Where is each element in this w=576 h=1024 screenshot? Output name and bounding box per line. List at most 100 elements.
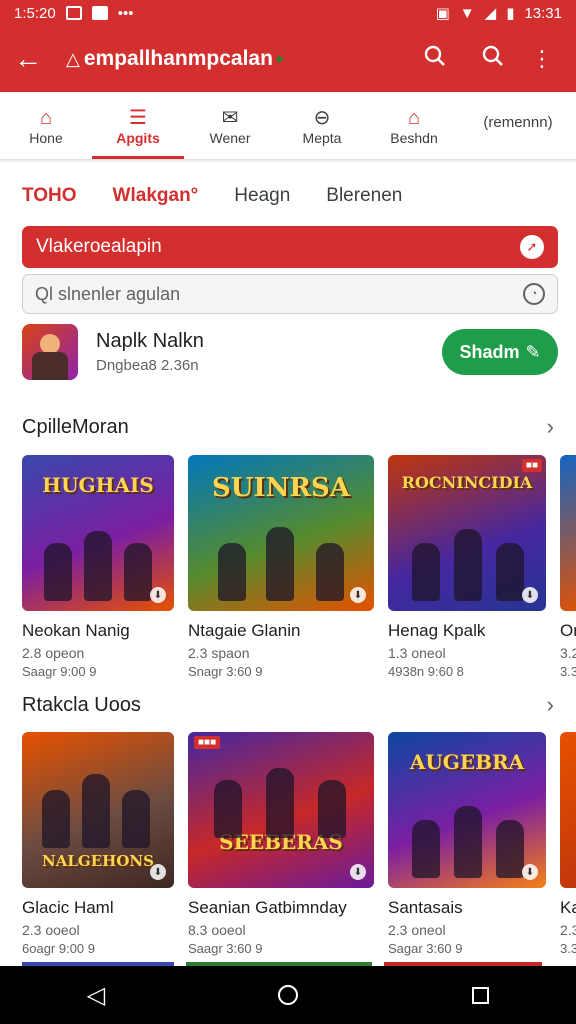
tab-store[interactable]: ⌂ Beshdn [368,92,460,159]
app-card[interactable]: AUGEBRA ⬇ Santasais 2.3 oneol Sagar 3:60… [388,732,548,956]
status-time-left: 1:5:20 [14,4,56,22]
app-name: Glacic Haml [22,898,114,917]
category-tabs: ⌂ Hone ☰ Apgits ✉ Wener ⊖ Mepta ⌂ Beshdn… [0,92,576,160]
app-carousel: NALGEHONS ⬇ Glacic Haml 2.3 ooeol 6oagr … [22,732,576,962]
featured-app[interactable]: Naplk Nalkn Dngbea8 2.36n Shadm ✎ [22,324,558,380]
search-icon[interactable] [406,45,464,73]
edit-pen-icon: ✎ [525,341,541,362]
app-title: △ empallhanmpcalan✦ [66,47,287,70]
back-triangle-icon[interactable]: ◁ [66,981,126,1010]
app-meta: Snagr 3:60 9 [188,664,263,679]
tab-home[interactable]: ⌂ Hone [0,92,92,159]
app-carousel: HUGHAIS ⬇ Neokan Nanig 2.8 opeon Saagr 9… [22,455,576,685]
chip-heagn[interactable]: Heagn [234,185,290,207]
app-name: Seanian Gatbimnday [188,898,347,917]
search-input[interactable]: Ql slnenler agulan ◔ [22,274,558,314]
app-name: Ka [560,898,576,917]
overflow-menu-icon[interactable]: ⋮ [522,46,562,72]
app-name: On [560,621,576,640]
banner-text: Vlakeroealapin [36,236,162,257]
app-size: 8.3 ooeol [188,922,246,938]
more-notifications-icon: ••• [117,4,134,22]
compass-icon: ⊖ [313,106,331,129]
nfc-icon: ▣ [435,5,450,22]
app-meta: 4938n 9:60 8 [388,664,464,679]
mail-icon: ✉ [221,106,239,129]
promo-banner[interactable]: Vlakeroealapin ➚ [22,226,558,268]
voice-search-icon[interactable]: ◔ [523,283,545,305]
featured-app-name: Naplk Nalkn [96,330,204,352]
section-title: CpilleMoran [22,415,129,438]
app-bar: ← △ empallhanmpcalan✦ ⋮ [0,26,576,92]
app-thumbnail: SUINRSA ⬇ [188,455,374,611]
app-size: 2.3 [560,922,576,938]
app-card[interactable]: On 3.2 3.3 [560,455,576,679]
chip-wlakgan[interactable]: Wlakgan° [113,185,199,207]
badge-icon: ■■■ [194,736,221,749]
gallery-notification-icon [65,6,82,20]
tab-more[interactable]: (remennn) [460,92,576,159]
app-card[interactable]: SUINRSA ⬇ Ntagaie Glanin 2.3 spaon Snagr… [188,455,376,679]
app-size: 2.3 spaon [188,645,250,661]
tab-compass[interactable]: ⊖ Mepta [276,92,368,159]
download-icon[interactable]: ⬇ [150,864,166,880]
app-meta: Saagr 3:60 9 [188,941,263,956]
download-icon[interactable]: ⬇ [522,587,538,603]
app-size: 3.2 [560,645,576,661]
chevron-right-icon[interactable]: › [547,414,554,440]
section-header[interactable]: Rtakcla Uoos › [22,692,554,718]
app-card[interactable]: NALGEHONS ⬇ Glacic Haml 2.3 ooeol 6oagr … [22,732,176,956]
featured-app-subtitle: Dngbea8 2.36n [96,357,199,374]
install-button[interactable]: Shadm ✎ [442,329,558,375]
app-card[interactable]: Ka 2.3 3.3 [560,732,576,956]
status-time-right: 13:31 [524,4,562,22]
app-size: 1.3 oneol [388,645,446,661]
app-thumbnail: NALGEHONS ⬇ [22,732,174,888]
badge-icon: ■■ [521,459,542,472]
search-secondary-icon[interactable] [464,45,522,73]
leaf-icon: ✦ [272,52,287,69]
download-icon[interactable]: ⬇ [522,864,538,880]
wifi-icon: ▼ [459,4,475,22]
tab-apps[interactable]: ☰ Apgits [92,92,184,159]
app-meta: Saagr 9:00 9 [22,664,97,679]
compass-icon[interactable]: ➚ [520,235,544,259]
app-name: Henag Kpalk [388,621,486,640]
filter-chips: TOHO Wlakgan° Heagn Blerenen [22,178,402,214]
thumbnail-art-title: HUGHAIS [42,473,154,497]
download-icon[interactable]: ⬇ [150,587,166,603]
app-meta: 6oagr 9:00 9 [22,941,96,956]
app-card[interactable]: ■■■ SEEBERAS ⬇ Seanian Gatbimnday 8.3 oo… [188,732,376,956]
chip-blerenen[interactable]: Blerenen [326,185,402,207]
thumbnail-art-title: ROCNINCIDIA [401,473,533,492]
chevron-right-icon[interactable]: › [547,692,554,718]
home-circle-icon[interactable] [258,985,318,1005]
app-thumbnail [560,732,576,888]
section-title: Rtakcla Uoos [22,693,141,716]
tab-mail[interactable]: ✉ Wener [184,92,276,159]
status-bar: 1:5:20 ••• ▣ ▼ ◢ ▮ 13:31 [0,0,576,26]
app-card[interactable]: ■■ ROCNINCIDIA ⬇ Henag Kpalk 1.3 oneol 4… [388,455,548,679]
app-name: Santasais [388,898,463,917]
store-icon: ⌂ [407,106,421,129]
download-icon[interactable]: ⬇ [350,587,366,603]
chip-toho[interactable]: TOHO [22,185,77,207]
signal-icon: ◢ [484,5,497,22]
app-size: 2.8 opeon [22,645,85,661]
thumbnail-art-title: SUINRSA [212,473,350,503]
system-nav-bar: ◁ [0,966,576,1024]
app-card[interactable]: HUGHAIS ⬇ Neokan Nanig 2.8 opeon Saagr 9… [22,455,176,679]
warning-triangle-icon: △ [66,49,80,69]
battery-icon: ▮ [506,5,515,22]
back-arrow-icon[interactable]: ← [14,43,48,75]
app-thumbnail: ■■■ SEEBERAS ⬇ [188,732,374,888]
recents-square-icon[interactable] [450,986,510,1004]
app-name: Ntagaie Glanin [188,621,301,640]
section-header[interactable]: CpilleMoran › [22,414,554,440]
home-icon: ⌂ [39,106,53,129]
featured-app-icon [22,324,78,380]
download-icon[interactable]: ⬇ [350,864,366,880]
app-thumbnail: AUGEBRA ⬇ [388,732,546,888]
list-icon: ☰ [129,106,147,129]
app-thumbnail: ■■ ROCNINCIDIA ⬇ [388,455,546,611]
